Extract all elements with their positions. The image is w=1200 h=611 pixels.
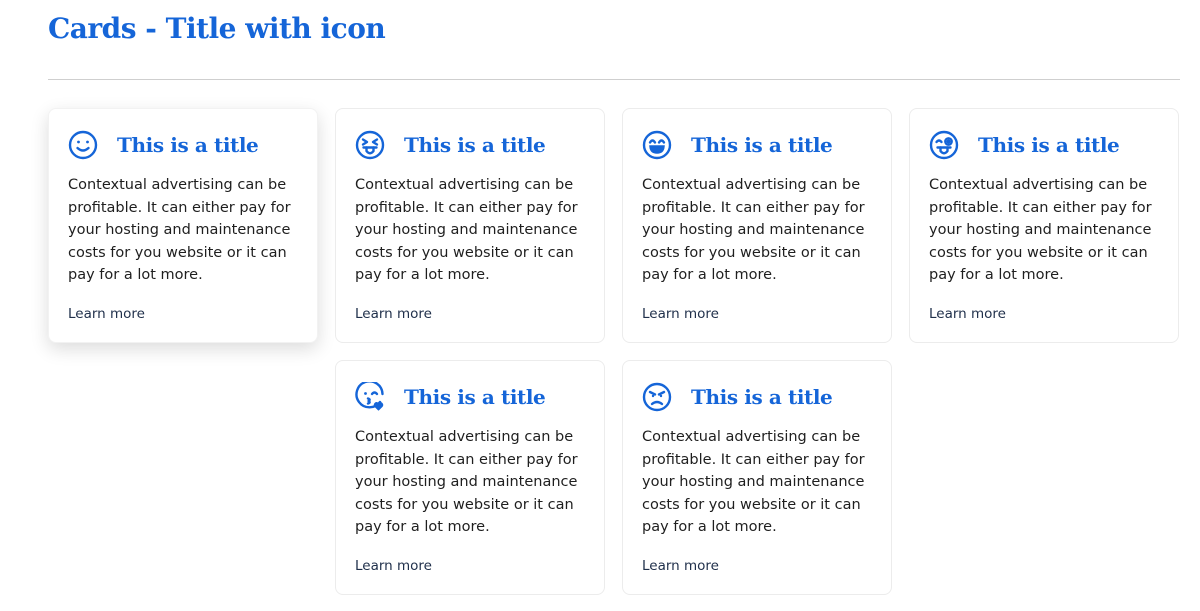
card-title: This is a title bbox=[404, 133, 546, 157]
card-title: This is a title bbox=[404, 385, 546, 409]
learn-more-link[interactable]: Learn more bbox=[929, 306, 1006, 322]
card: This is a title Contextual advertising c… bbox=[622, 360, 892, 595]
card: This is a title Contextual advertising c… bbox=[48, 108, 318, 343]
card-title: This is a title bbox=[117, 133, 259, 157]
card-header: This is a title bbox=[642, 129, 873, 161]
page-title: Cards - Title with icon bbox=[48, 12, 386, 45]
card-header: This is a title bbox=[355, 129, 586, 161]
wink-tongue-icon bbox=[929, 130, 959, 160]
card: This is a title Contextual advertising c… bbox=[335, 360, 605, 595]
card-header: This is a title bbox=[68, 129, 299, 161]
card-title: This is a title bbox=[691, 133, 833, 157]
card-description: Contextual advertising can be profitable… bbox=[355, 429, 578, 536]
learn-more-link[interactable]: Learn more bbox=[68, 306, 145, 322]
card-title: This is a title bbox=[691, 385, 833, 409]
card-header: This is a title bbox=[642, 381, 873, 413]
squint-tongue-icon bbox=[355, 130, 385, 160]
card-description: Contextual advertising can be profitable… bbox=[68, 177, 291, 284]
grin-beam-icon bbox=[642, 130, 672, 160]
learn-more-link[interactable]: Learn more bbox=[355, 558, 432, 574]
card: This is a title Contextual advertising c… bbox=[335, 108, 605, 343]
smile-icon bbox=[68, 130, 98, 160]
card-header: This is a title bbox=[355, 381, 586, 413]
angry-icon bbox=[642, 382, 672, 412]
learn-more-link[interactable]: Learn more bbox=[355, 306, 432, 322]
learn-more-link[interactable]: Learn more bbox=[642, 306, 719, 322]
learn-more-link[interactable]: Learn more bbox=[642, 558, 719, 574]
card-description: Contextual advertising can be profitable… bbox=[642, 429, 865, 536]
card-header: This is a title bbox=[929, 129, 1160, 161]
divider bbox=[48, 79, 1180, 80]
card: This is a title Contextual advertising c… bbox=[909, 108, 1179, 343]
card-description: Contextual advertising can be profitable… bbox=[642, 177, 865, 284]
card-description: Contextual advertising can be profitable… bbox=[929, 177, 1152, 284]
kiss-wink-heart-icon bbox=[355, 382, 385, 412]
card-description: Contextual advertising can be profitable… bbox=[355, 177, 578, 284]
card-title: This is a title bbox=[978, 133, 1120, 157]
card: This is a title Contextual advertising c… bbox=[622, 108, 892, 343]
